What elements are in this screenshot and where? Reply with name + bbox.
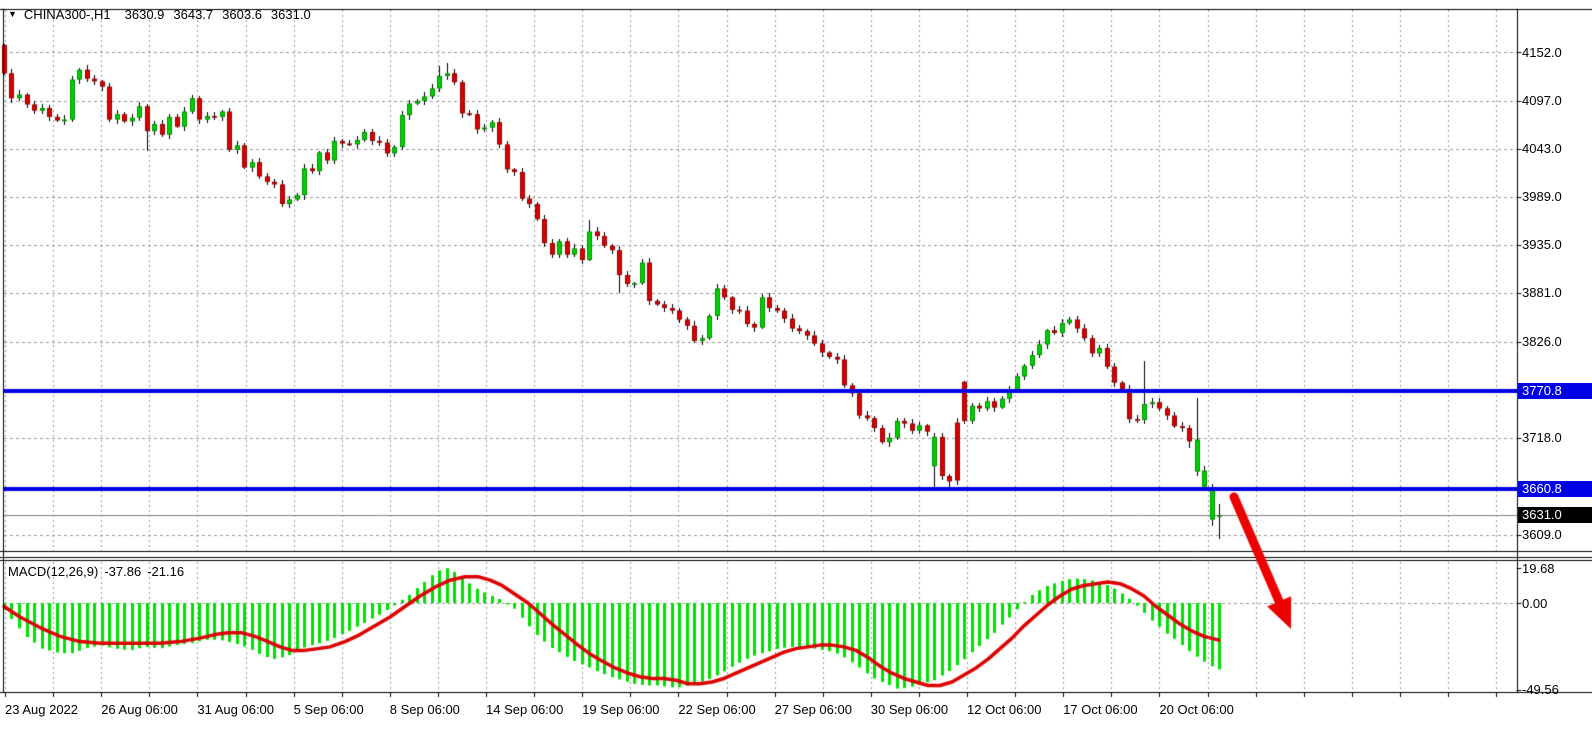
macd-indicator-label: MACD(12,26,9) -37.86 -21.16 (8, 564, 190, 579)
ohlc-high-value: 3643.7 (173, 7, 213, 22)
macd-tick-label: 19.68 (1522, 561, 1555, 576)
ohlc-close-value: 3631.0 (271, 7, 311, 22)
time-tick-label: 30 Sep 06:00 (871, 702, 948, 717)
time-tick-label: 17 Oct 06:00 (1063, 702, 1137, 717)
price-tick-label: 3881.0 (1522, 285, 1562, 300)
time-tick-label: 23 Aug 2022 (5, 702, 78, 717)
macd-name-label: MACD(12,26,9) (8, 564, 98, 579)
time-tick-label: 14 Sep 06:00 (486, 702, 563, 717)
time-tick-label: 31 Aug 06:00 (197, 702, 274, 717)
price-tick-label: 4043.0 (1522, 141, 1562, 156)
price-level-badge: 3660.8 (1518, 481, 1592, 497)
price-tick-label: 4152.0 (1522, 45, 1562, 60)
price-tick-label: 3989.0 (1522, 189, 1562, 204)
time-tick-label: 27 Sep 06:00 (775, 702, 852, 717)
price-level-badge: 3770.8 (1518, 383, 1592, 399)
ohlc-low-value: 3603.6 (222, 7, 262, 22)
time-tick-label: 8 Sep 06:00 (390, 702, 460, 717)
chart-header: ▼ CHINA300-,H1 3630.9 3643.7 3603.6 3631.0 (8, 7, 320, 22)
time-tick-label: 19 Sep 06:00 (582, 702, 659, 717)
price-tick-label: 3609.0 (1522, 527, 1562, 542)
time-tick-label: 26 Aug 06:00 (101, 702, 178, 717)
price-tick-label: 3935.0 (1522, 237, 1562, 252)
ohlc-open-value: 3630.9 (125, 7, 165, 22)
macd-tick-label: 0.00 (1522, 596, 1547, 611)
time-tick-label: 5 Sep 06:00 (294, 702, 364, 717)
symbol-timeframe-label: CHINA300-,H1 (24, 7, 111, 22)
symbol-dropdown-icon[interactable]: ▼ (8, 9, 17, 19)
price-tick-label: 4097.0 (1522, 93, 1562, 108)
time-tick-label: 12 Oct 06:00 (967, 702, 1041, 717)
price-tick-label: 3718.0 (1522, 430, 1562, 445)
time-tick-label: 20 Oct 06:00 (1159, 702, 1233, 717)
macd-signal-value: -21.16 (147, 564, 184, 579)
price-tick-label: 3826.0 (1522, 334, 1562, 349)
macd-main-value: -37.86 (104, 564, 141, 579)
time-tick-label: 22 Sep 06:00 (678, 702, 755, 717)
current-price-badge: 3631.0 (1518, 507, 1592, 523)
trading-chart-window: ▼ CHINA300-,H1 3630.9 3643.7 3603.6 3631.0 MA… (0, 0, 1592, 730)
price-chart-canvas[interactable] (0, 0, 1592, 730)
macd-tick-label: -49.56 (1522, 682, 1559, 697)
